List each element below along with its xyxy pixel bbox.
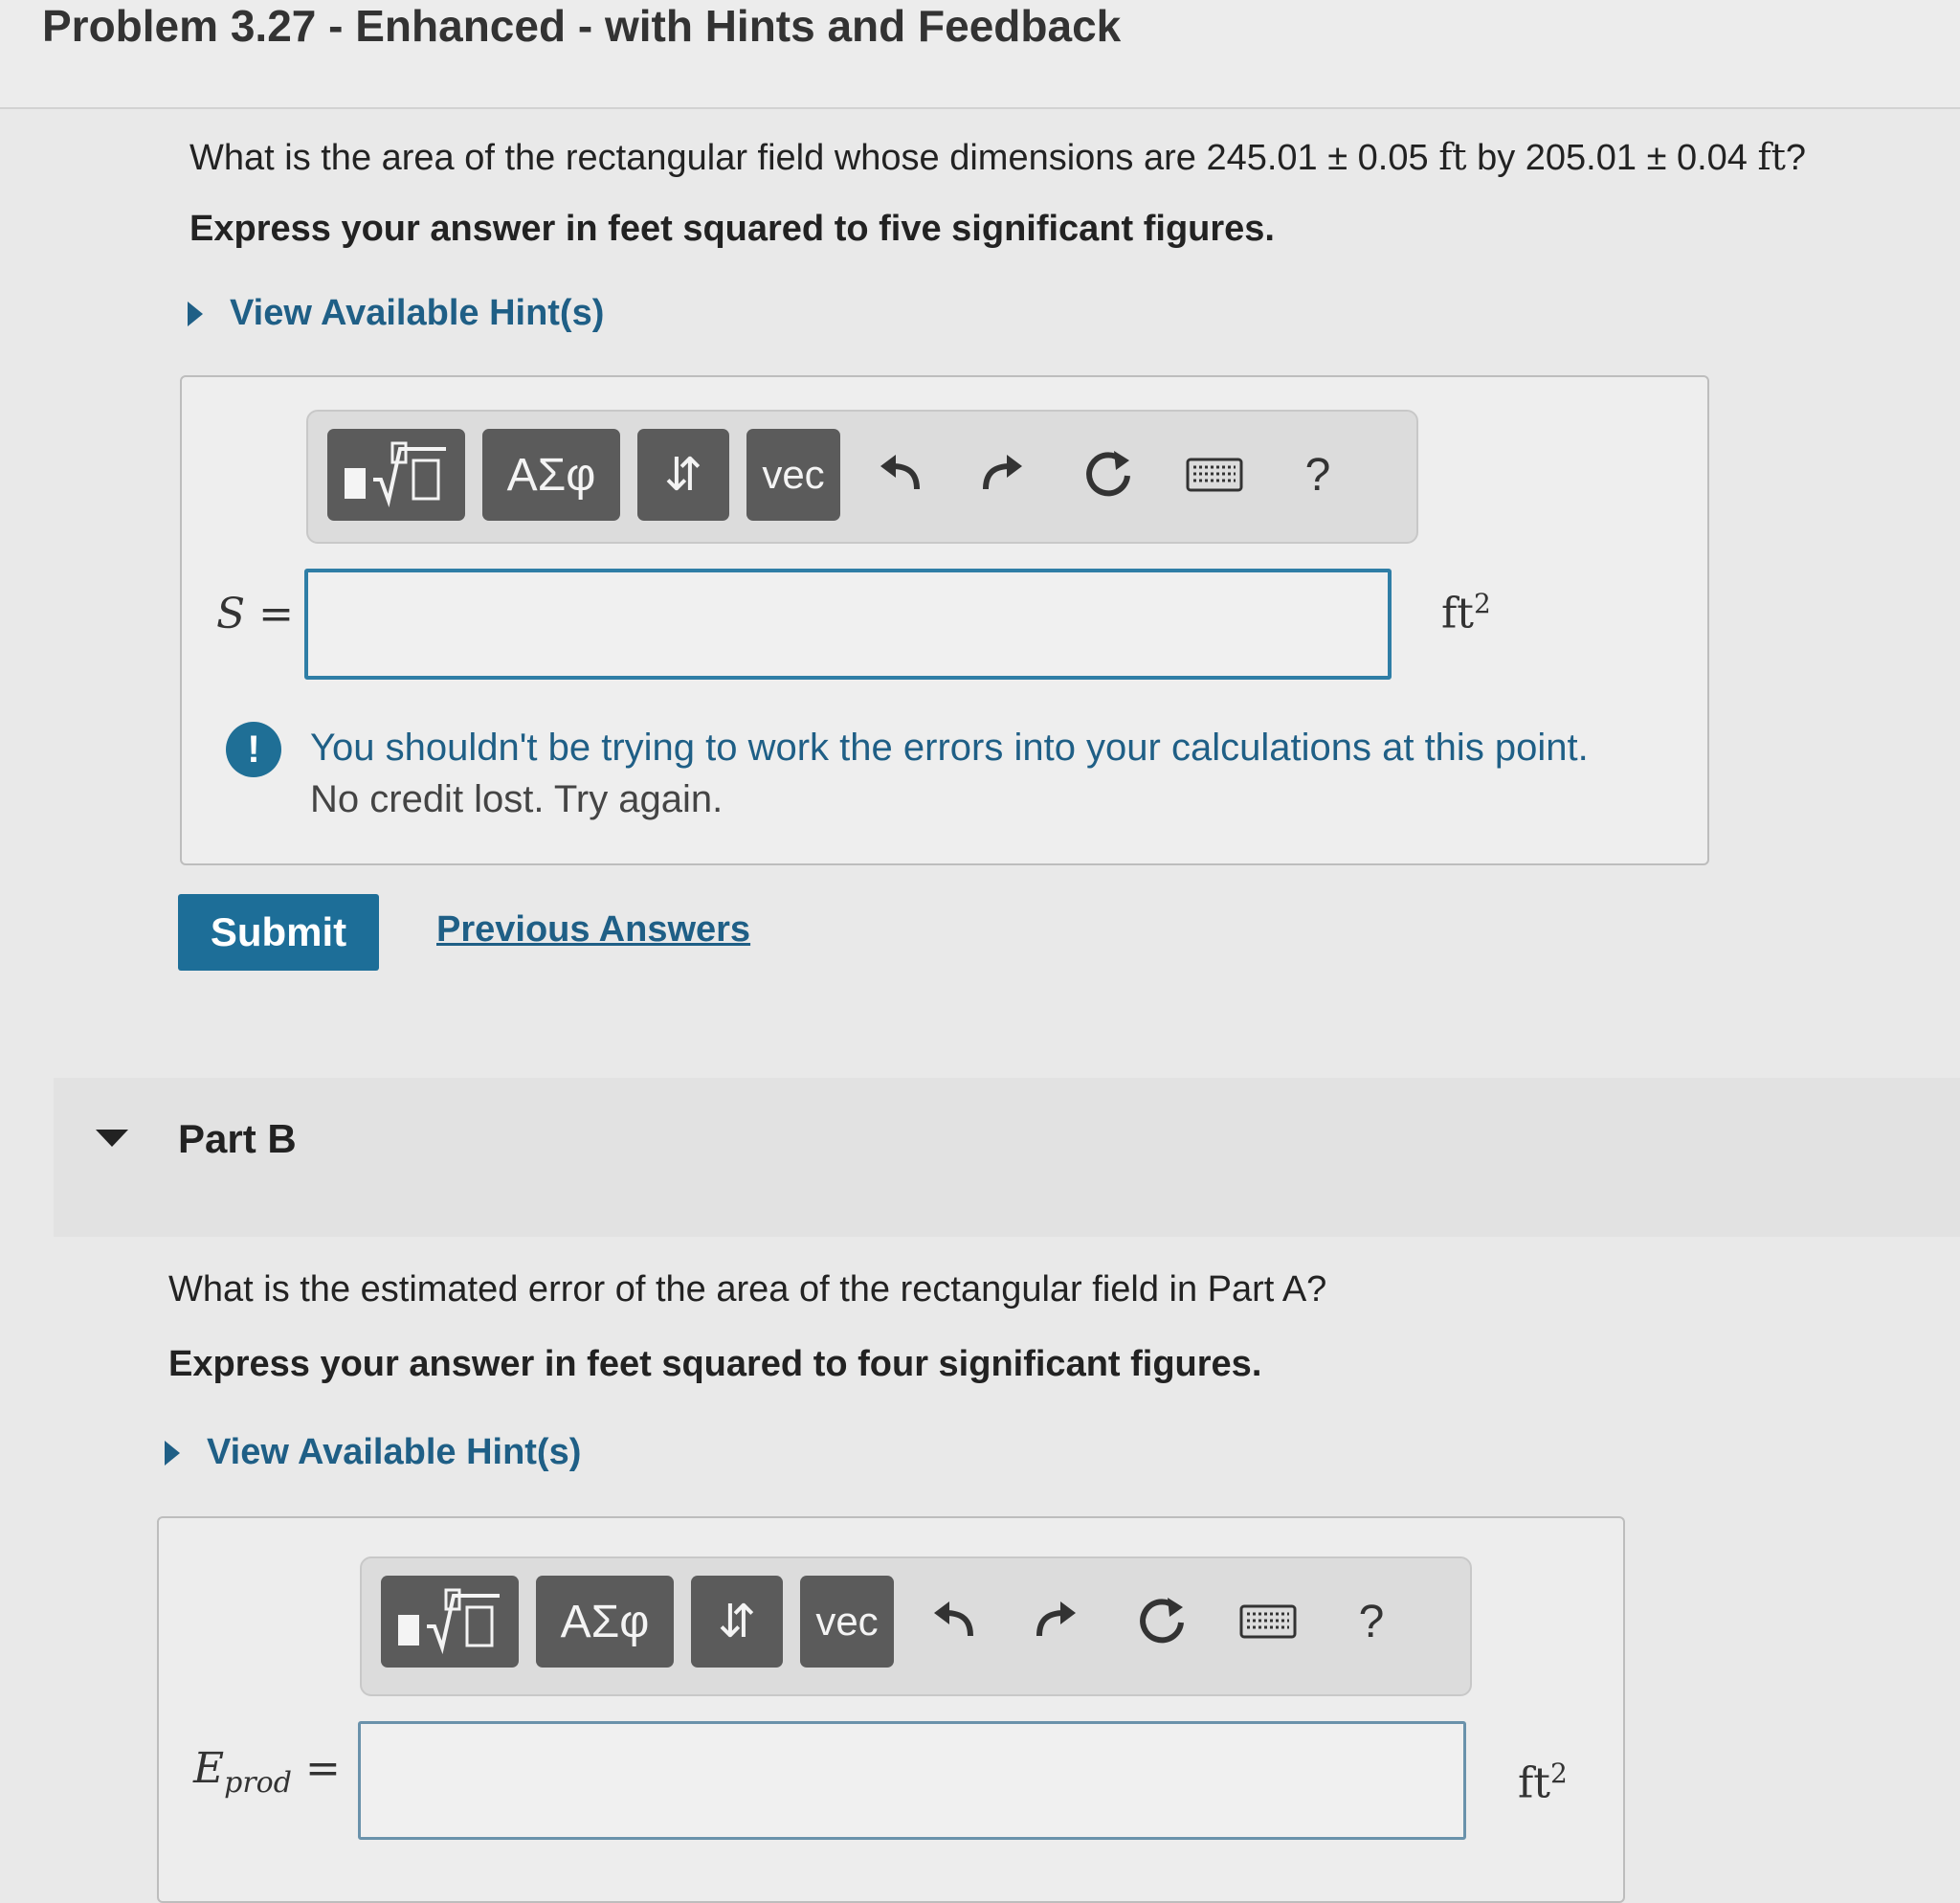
part-b-question: What is the estimated error of the area … bbox=[168, 1269, 1327, 1310]
part-b-unit-base: ft bbox=[1518, 1758, 1550, 1808]
header-bar: Problem 3.27 - Enhanced - with Hints and… bbox=[0, 0, 1960, 109]
undo-icon[interactable] bbox=[865, 437, 932, 513]
part-a-unit: ft2 bbox=[1441, 588, 1491, 638]
part-a-answer-input[interactable] bbox=[304, 569, 1392, 680]
part-a-question-suffix: ? bbox=[1785, 138, 1806, 178]
reset-icon[interactable] bbox=[1076, 437, 1143, 513]
part-b-title: Part B bbox=[178, 1116, 297, 1161]
part-b-math-toolbar: ΑΣφ ⇵ vec ? bbox=[360, 1556, 1472, 1696]
part-a-feedback: You shouldn't be trying to work the erro… bbox=[310, 722, 1589, 825]
sub-superscript-button[interactable]: ⇵ bbox=[691, 1576, 783, 1668]
part-a-answer-panel: ΑΣφ ⇵ vec ? S = ft2 ! You shouldn't be t… bbox=[180, 375, 1709, 865]
part-b-variable-sub: prod bbox=[224, 1765, 292, 1800]
part-a-feedback-line2: No credit lost. Try again. bbox=[310, 778, 724, 820]
keyboard-icon[interactable] bbox=[1235, 1583, 1302, 1660]
part-a-variable: S bbox=[216, 590, 246, 638]
part-b-variable: E bbox=[193, 1744, 225, 1793]
part-b-hint-label: View Available Hint(s) bbox=[207, 1432, 582, 1472]
part-a-instruction: Express your answer in feet squared to f… bbox=[189, 209, 1275, 249]
part-b-hint-toggle[interactable]: View Available Hint(s) bbox=[165, 1432, 581, 1473]
part-b-instruction: Express your answer in feet squared to f… bbox=[168, 1344, 1262, 1384]
part-a-unit-1: ft bbox=[1438, 136, 1467, 178]
caret-right-icon bbox=[188, 302, 203, 326]
greek-symbols-button[interactable]: ΑΣφ bbox=[536, 1576, 674, 1668]
submit-button[interactable]: Submit bbox=[178, 894, 379, 971]
part-a-hint-toggle[interactable]: View Available Hint(s) bbox=[188, 293, 604, 334]
undo-icon[interactable] bbox=[919, 1583, 986, 1660]
reset-icon[interactable] bbox=[1129, 1583, 1196, 1660]
part-b-answer-input[interactable] bbox=[358, 1721, 1466, 1840]
template-radical-icon bbox=[398, 1588, 500, 1655]
alert-icon: ! bbox=[226, 722, 281, 777]
help-button[interactable]: ? bbox=[1338, 1583, 1405, 1660]
part-a-unit-base: ft bbox=[1441, 589, 1474, 638]
templates-button[interactable] bbox=[381, 1576, 519, 1668]
templates-button[interactable] bbox=[327, 429, 465, 521]
page-title: Problem 3.27 - Enhanced - with Hints and… bbox=[42, 1, 1122, 51]
part-a-variable-label: S = bbox=[216, 590, 294, 638]
part-a-unit-2: ft bbox=[1757, 136, 1786, 178]
redo-icon[interactable] bbox=[1024, 1583, 1091, 1660]
part-a-question-mid: by 205.01 ± 0.04 bbox=[1466, 138, 1758, 178]
part-a-math-toolbar: ΑΣφ ⇵ vec ? bbox=[306, 410, 1418, 544]
part-b-answer-panel: ΑΣφ ⇵ vec ? Eprod = ft2 bbox=[157, 1516, 1625, 1903]
greek-symbols-button[interactable]: ΑΣφ bbox=[482, 429, 620, 521]
part-a-hint-label: View Available Hint(s) bbox=[230, 293, 605, 333]
part-a-question-prefix: What is the area of the rectangular fiel… bbox=[189, 138, 1439, 178]
help-button[interactable]: ? bbox=[1284, 437, 1351, 513]
vector-button[interactable]: vec bbox=[746, 429, 840, 521]
part-b-variable-label: Eprod = bbox=[193, 1744, 341, 1800]
part-a-question: What is the area of the rectangular fiel… bbox=[189, 136, 1806, 179]
caret-right-icon bbox=[165, 1441, 180, 1466]
vector-button[interactable]: vec bbox=[800, 1576, 894, 1668]
keyboard-icon[interactable] bbox=[1181, 437, 1248, 513]
part-a-unit-exp: 2 bbox=[1473, 588, 1491, 619]
part-b-unit: ft2 bbox=[1518, 1757, 1568, 1808]
previous-answers-link[interactable]: Previous Answers bbox=[436, 909, 750, 951]
part-a-equals: = bbox=[258, 590, 295, 638]
part-b-equals: = bbox=[304, 1744, 341, 1793]
part-b-unit-exp: 2 bbox=[1549, 1757, 1568, 1789]
part-a-feedback-line1: You shouldn't be trying to work the erro… bbox=[310, 727, 1589, 769]
sub-superscript-button[interactable]: ⇵ bbox=[637, 429, 729, 521]
redo-icon[interactable] bbox=[970, 437, 1037, 513]
part-b-header bbox=[54, 1078, 1960, 1237]
template-radical-icon bbox=[345, 441, 446, 508]
caret-down-icon[interactable] bbox=[96, 1130, 128, 1147]
